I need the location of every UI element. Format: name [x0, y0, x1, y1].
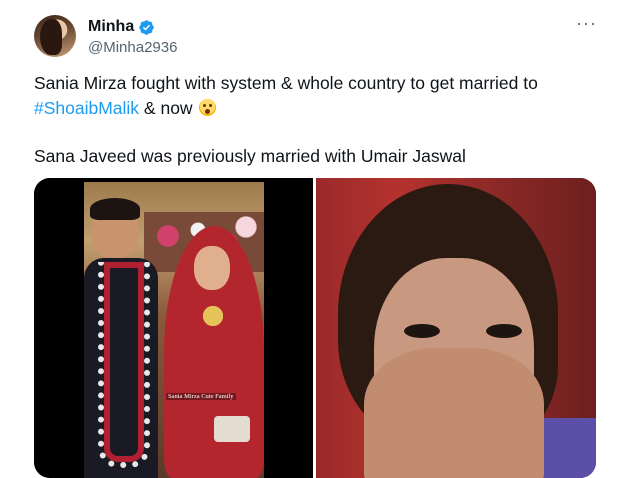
portrait-right-eye: [486, 324, 522, 338]
hashtag-link[interactable]: #ShoaibMalik: [34, 98, 139, 118]
media-photo-portrait[interactable]: [316, 178, 596, 478]
avatar-hair: [40, 19, 62, 55]
tweet-card[interactable]: Minha @Minha2936 ··· Sania Mirza fought …: [0, 0, 640, 478]
tweet-text-line-1: Sania Mirza fought with system & whole c…: [34, 73, 538, 93]
tweet-text-line-2-rest: & now: [139, 98, 193, 118]
verified-badge-icon: [139, 19, 154, 35]
author-handle[interactable]: @Minha2936: [88, 39, 177, 56]
more-options-icon[interactable]: ···: [576, 14, 597, 32]
groom-figure: [84, 198, 158, 478]
tweet-text-line-3: Sana Javeed was previously married with …: [34, 146, 466, 166]
portrait-hand: [364, 348, 544, 478]
bride-figure: [164, 226, 264, 478]
tweet-text-line-2: #ShoaibMalik & now: [34, 98, 216, 119]
portrait-left-eye: [404, 324, 440, 338]
wedding-scene: Sania Mirza Cute Family: [84, 182, 264, 478]
media-photo-wedding[interactable]: Sania Mirza Cute Family: [34, 178, 313, 478]
author-display-name[interactable]: Minha: [88, 18, 134, 36]
author-name-row: Minha: [88, 18, 155, 36]
avatar[interactable]: [34, 15, 76, 57]
shocked-face-emoji-icon: [198, 99, 216, 116]
media-grid: Sania Mirza Cute Family: [34, 178, 596, 478]
photo-caption-overlay: Sania Mirza Cute Family: [166, 393, 236, 400]
